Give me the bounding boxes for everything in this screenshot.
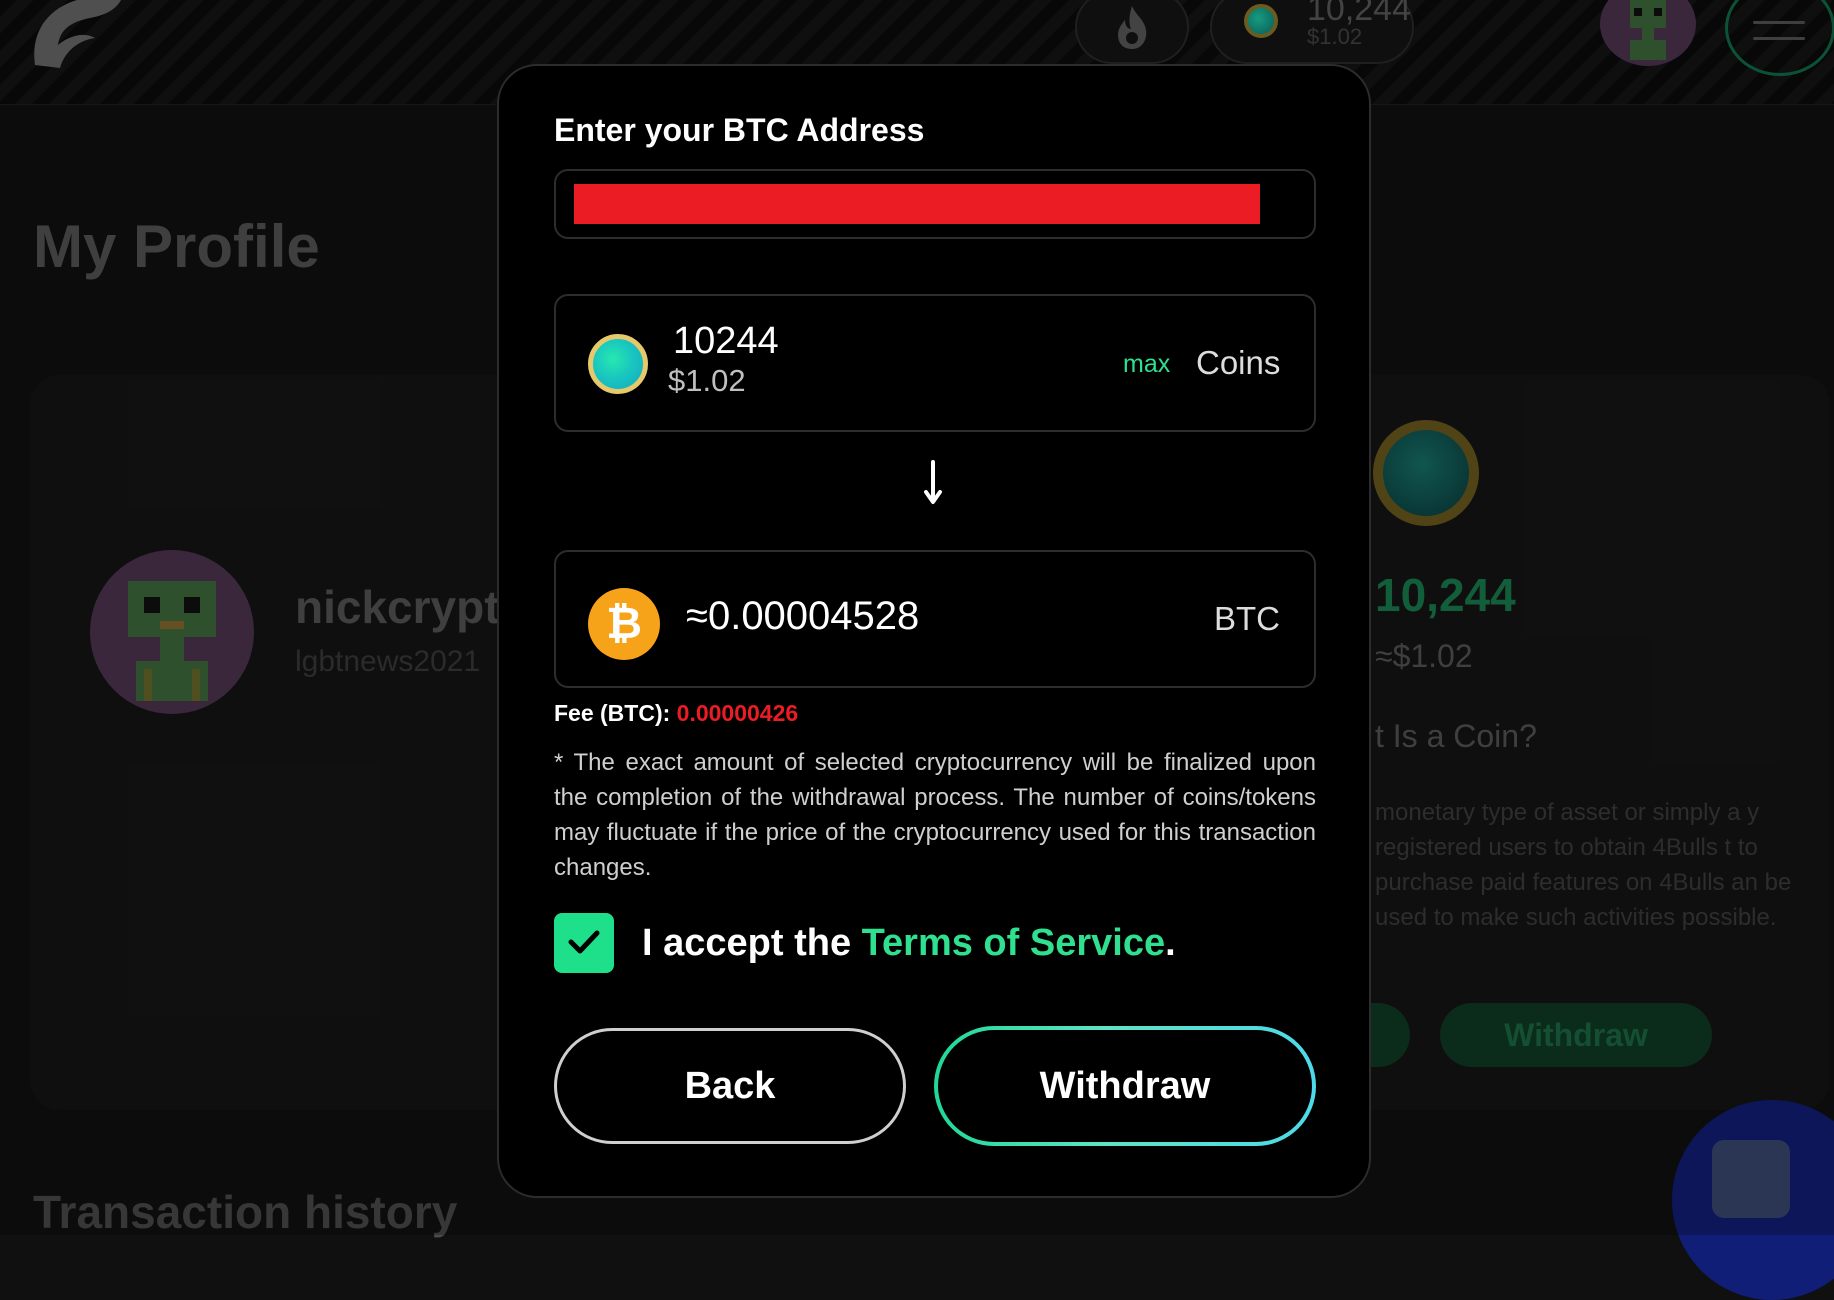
max-button[interactable]: max	[1123, 350, 1170, 379]
withdraw-button[interactable]: Withdraw	[938, 1030, 1312, 1142]
fee-row: Fee (BTC): 0.00000426	[554, 700, 798, 727]
accept-suffix: .	[1165, 922, 1176, 964]
withdraw-modal: Enter your BTC Address 10244 $1.02 max C…	[497, 64, 1371, 1198]
withdraw-button-border: Withdraw	[934, 1026, 1316, 1146]
coins-usd-value: $1.02	[668, 363, 746, 398]
btc-address-input[interactable]	[574, 184, 1264, 226]
terms-label: I accept the Terms of Service.	[642, 922, 1176, 965]
terms-of-service-link[interactable]: Terms of Service	[862, 922, 1165, 964]
accept-prefix: I accept the	[642, 922, 862, 964]
btc-amount: ≈0.00004528	[686, 594, 920, 638]
down-arrow-icon	[924, 460, 942, 504]
btc-unit: BTC	[1214, 600, 1280, 637]
bitcoin-icon: ₿	[588, 588, 660, 660]
btc-amount-field: ₿ ≈0.00004528 BTC	[554, 550, 1316, 688]
coins-amount[interactable]: 10244	[673, 320, 779, 363]
coins-unit: Coins	[1196, 344, 1281, 381]
fee-value: 0.00000426	[676, 700, 799, 726]
withdrawal-note: * The exact amount of selected cryptocur…	[554, 749, 1316, 881]
coin-icon	[588, 334, 648, 394]
btc-address-field[interactable]	[554, 169, 1316, 239]
back-button[interactable]: Back	[554, 1028, 906, 1144]
fee-label: Fee (BTC):	[554, 700, 671, 726]
coins-amount-field[interactable]: 10244 $1.02 max Coins	[554, 294, 1316, 432]
terms-checkbox[interactable]	[554, 913, 614, 973]
check-icon	[568, 930, 600, 954]
address-label: Enter your BTC Address	[554, 112, 925, 148]
